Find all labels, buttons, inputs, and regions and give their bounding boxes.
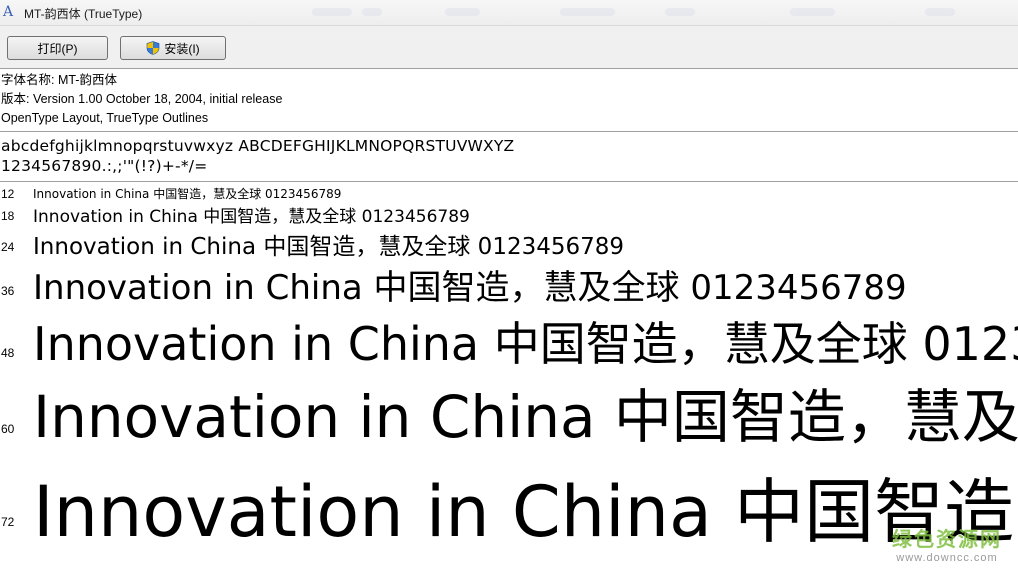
print-button-label: 打印(P) (37, 41, 78, 56)
background-blur (312, 8, 352, 16)
sample-size-label: 24 (1, 240, 15, 254)
charset-digits-symbols: 1234567890.:,;'"(!?)+-*/= (1, 157, 208, 175)
install-button[interactable]: 安装(I) (120, 36, 226, 60)
font-version-line: 版本: Version 1.00 October 18, 2004, initi… (1, 92, 283, 106)
font-info: 字体名称: MT-韵西体 版本: Version 1.00 October 18… (1, 71, 282, 128)
sample-text: Innovation in China 中国智造，慧及全球 0123456789 (33, 234, 625, 260)
font-name-line: 字体名称: MT-韵西体 (1, 73, 117, 87)
print-button[interactable]: 打印(P) (7, 36, 108, 60)
sample-row-72: 72 Innovation in China 中国智造，慧及全球 0123456… (0, 448, 1018, 576)
character-set: abcdefghijklmnopqrstuvwxyz ABCDEFGHIJKLM… (1, 136, 514, 176)
watermark-url: www.downcc.com (896, 552, 998, 564)
background-blur (362, 8, 382, 16)
sample-text: Innovation in China 中国智造，慧及全球 0123456789 (33, 268, 907, 308)
sample-text: Innovation in China 中国智造，慧及全球 0123456789 (33, 317, 1018, 368)
sample-size-label: 72 (1, 515, 15, 529)
sample-row-24: 24 Innovation in China 中国智造，慧及全球 0123456… (0, 226, 1018, 260)
sample-row-36: 36 Innovation in China 中国智造，慧及全球 0123456… (0, 260, 1018, 308)
title-bar: A MT-韵西体 (TrueType) (0, 0, 1018, 26)
charset-letters: abcdefghijklmnopqrstuvwxyz ABCDEFGHIJKLM… (1, 137, 515, 155)
background-blur (560, 8, 615, 16)
divider (0, 131, 1018, 132)
sample-size-label: 18 (1, 209, 15, 223)
sample-row-48: 48 Innovation in China 中国智造，慧及全球 0123456… (0, 308, 1018, 368)
sample-row-12: 12 Innovation in China 中国智造，慧及全球 0123456… (0, 184, 1018, 202)
sample-text: Innovation in China 中国智造，慧及全球 0123456789 (33, 471, 1018, 553)
install-button-label: 安装(I) (164, 41, 200, 56)
uac-shield-icon (147, 41, 160, 55)
background-blur (925, 8, 955, 16)
sample-size-label: 60 (1, 422, 15, 436)
background-blur (445, 8, 480, 16)
font-format-line: OpenType Layout, TrueType Outlines (1, 111, 209, 125)
divider (0, 181, 1018, 182)
sample-text: Innovation in China 中国智造，慧及全球 0123456789 (33, 207, 470, 226)
sample-row-60: 60 Innovation in China 中国智造，慧及全球 0123456… (0, 368, 1018, 448)
background-blur (665, 8, 695, 16)
sample-size-label: 36 (1, 284, 15, 298)
sample-size-label: 12 (1, 187, 15, 201)
window-title: MT-韵西体 (TrueType) (24, 7, 143, 21)
toolbar: 打印(P) 安装(I) (0, 26, 1018, 69)
watermark: 绿色资源网 www.downcc.com (892, 523, 1002, 564)
background-blur (790, 8, 835, 16)
sample-row-18: 18 Innovation in China 中国智造，慧及全球 0123456… (0, 202, 1018, 226)
sample-size-label: 48 (1, 346, 15, 360)
watermark-title: 绿色资源网 (892, 527, 1002, 551)
sample-text: Innovation in China 中国智造，慧及全球 0123456789 (33, 383, 1018, 448)
sample-text: Innovation in China 中国智造，慧及全球 0123456789 (33, 187, 342, 201)
font-app-icon: A (3, 4, 14, 20)
